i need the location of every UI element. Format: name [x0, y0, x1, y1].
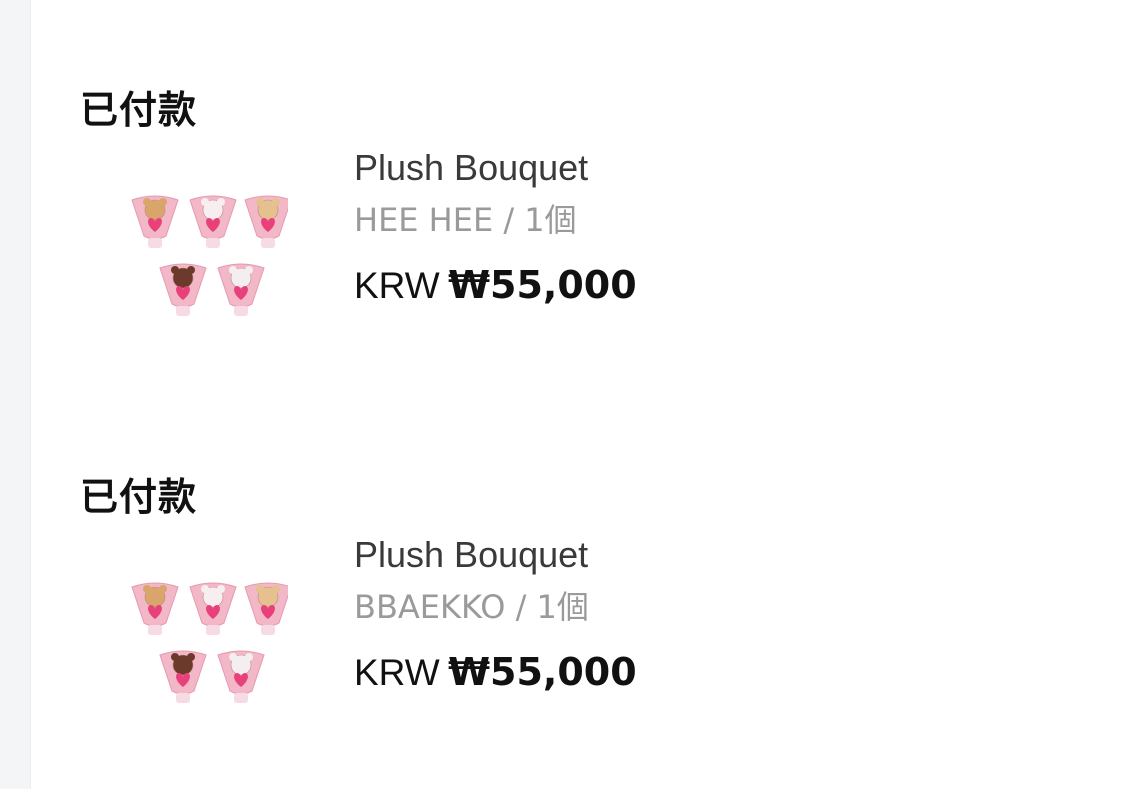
price-currency: KRW: [354, 652, 440, 693]
order-card: 已付款 Plush Bouquet HEE HEE / 1個 KRW ₩55,0…: [80, 84, 1080, 336]
plush-bouquet-image: [131, 195, 292, 316]
item-info: Plush Bouquet BBAEKKO / 1個 KRW ₩55,000: [354, 533, 637, 695]
plush-bouquet-image: [131, 582, 292, 703]
bouquet-figure: [131, 582, 179, 635]
order-status-heading: 已付款: [80, 88, 198, 132]
product-thumbnail[interactable]: [118, 565, 292, 715]
order-card: 已付款 Plush Bouquet BBAEKKO / 1個 KRW ₩55,0…: [80, 471, 1080, 723]
price-amount: ₩55,000: [448, 263, 637, 307]
product-name[interactable]: Plush Bouquet: [354, 533, 637, 577]
bouquet-figure: [217, 263, 265, 316]
price-row: KRW ₩55,000: [354, 262, 637, 308]
bouquet-figure: [159, 650, 207, 703]
bouquet-figure: [244, 582, 292, 635]
order-item[interactable]: Plush Bouquet BBAEKKO / 1個 KRW ₩55,000: [80, 523, 1080, 723]
item-info: Plush Bouquet HEE HEE / 1個 KRW ₩55,000: [354, 146, 637, 308]
product-name[interactable]: Plush Bouquet: [354, 146, 637, 190]
price-currency: KRW: [354, 265, 440, 306]
price-row: KRW ₩55,000: [354, 649, 637, 695]
bouquet-figure: [159, 263, 207, 316]
price-amount: ₩55,000: [448, 650, 637, 694]
product-thumbnail[interactable]: [118, 178, 292, 328]
order-item[interactable]: Plush Bouquet HEE HEE / 1個 KRW ₩55,000: [80, 136, 1080, 336]
bouquet-figure: [189, 195, 237, 248]
bouquet-figure: [189, 582, 237, 635]
product-variant: HEE HEE / 1個: [354, 201, 577, 239]
order-list-page: 已付款 Plush Bouquet HEE HEE / 1個 KRW ₩55,0…: [0, 0, 1133, 789]
bouquet-figure: [217, 650, 265, 703]
product-variant: BBAEKKO / 1個: [354, 588, 589, 626]
order-status-heading: 已付款: [80, 475, 198, 519]
bouquet-figure: [244, 195, 292, 248]
bouquet-figure: [131, 195, 179, 248]
left-gutter: [0, 0, 31, 789]
